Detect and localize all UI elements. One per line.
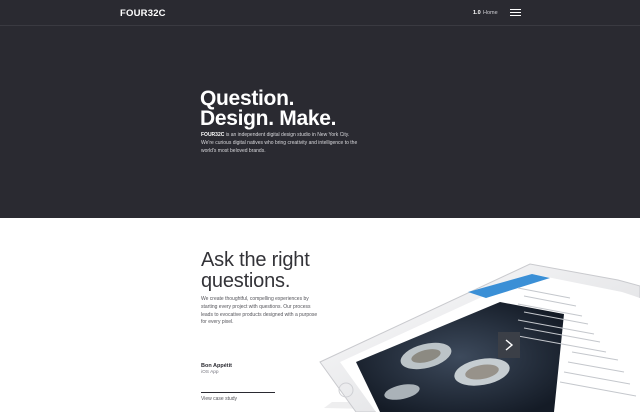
section-title-line2: questions. [201,270,291,292]
top-navbar: FOUR32C 1.0 Home [0,0,640,26]
hamburger-menu-icon[interactable] [510,9,521,17]
case-study-type: iOS App [201,370,219,375]
tablet-mockup-image [319,263,640,412]
hero-description: FOUR32C is an independent digital design… [201,132,361,155]
view-case-study-link[interactable]: View case study [201,396,237,402]
hero-title-line2: Design. Make. [200,107,337,130]
hero-title: Question. Design. Make. [200,88,420,130]
case-study-name: Bon Appétit [201,363,232,369]
hero-brand-name: FOUR32C [201,132,225,138]
section-description: We create thoughtful, compelling experie… [201,296,318,326]
current-page-label: Home [483,10,498,16]
page-number: 1.0 [473,10,481,16]
case-study-divider [201,392,275,393]
site-logo[interactable]: FOUR32C [120,8,166,19]
hero-section: Question. Design. Make. FOUR32C is an in… [0,26,640,218]
section-title-line1: Ask the right [201,249,310,271]
hero-description-text: is an independent digital design studio … [201,132,358,154]
